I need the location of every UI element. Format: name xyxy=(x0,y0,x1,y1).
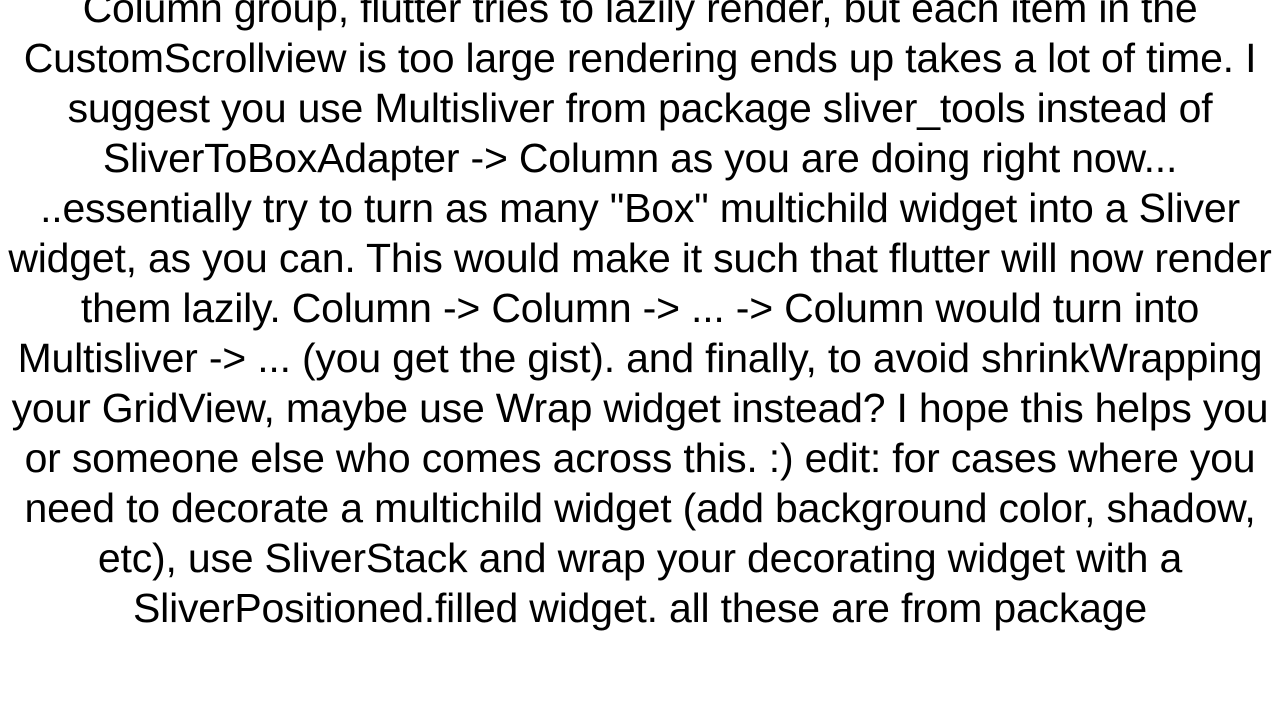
answer-body-text: Column group, flutter tries to lazily re… xyxy=(0,0,1280,633)
